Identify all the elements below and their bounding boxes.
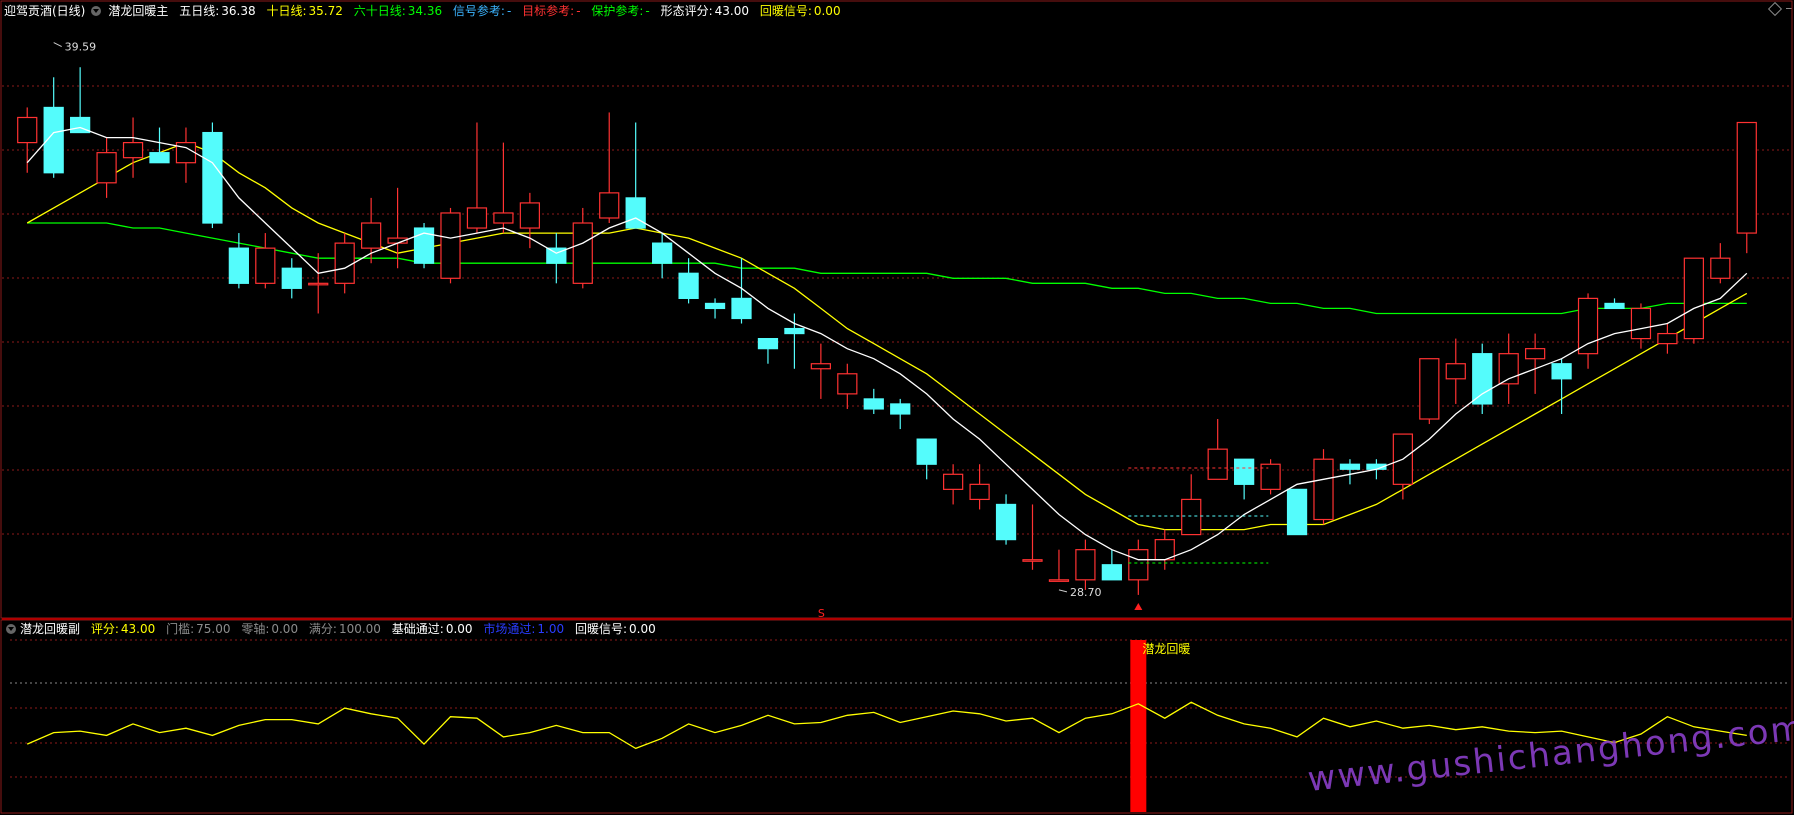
- candle-body: [440, 212, 461, 279]
- candle-body: [493, 212, 514, 224]
- candle-body: [1048, 579, 1070, 582]
- candle-body: [678, 272, 699, 299]
- candle-body: [1181, 498, 1202, 536]
- candle-body: [1313, 458, 1334, 521]
- candle-body: [202, 131, 223, 224]
- candle-body: [995, 503, 1017, 541]
- candle-body: [1683, 257, 1704, 340]
- candle-body: [1339, 463, 1361, 470]
- signal-bar-label: 潜龙回暖: [1142, 642, 1190, 656]
- candle-body: [1577, 297, 1599, 355]
- candle-body: [890, 403, 911, 415]
- candle-body: [149, 152, 170, 164]
- candle-body: [1551, 363, 1572, 380]
- candle-body: [334, 242, 355, 284]
- candle-body: [1234, 458, 1255, 485]
- candle-body: [810, 363, 831, 370]
- candle-body: [308, 282, 329, 286]
- low-price-label: 28.70: [1070, 586, 1102, 599]
- candle-body: [784, 327, 805, 335]
- candle-body: [757, 338, 779, 350]
- candle-body: [572, 222, 593, 284]
- s-marker: S: [818, 607, 825, 620]
- candle-body: [625, 197, 646, 229]
- candle-body: [916, 438, 937, 465]
- ma5-line: [26, 126, 1748, 561]
- candle-body: [652, 242, 673, 264]
- ma10-line: [26, 141, 1748, 531]
- candle-body: [228, 247, 249, 284]
- candle-body: [1419, 358, 1440, 420]
- candle-body: [1657, 332, 1678, 345]
- candle-body: [704, 302, 726, 310]
- signal-bar: [1130, 640, 1147, 812]
- sub-panel-frame: [0, 619, 1793, 814]
- candle-body: [863, 398, 884, 410]
- candle-body: [837, 373, 858, 395]
- candle-body: [17, 116, 38, 144]
- candle-body: [1710, 257, 1731, 279]
- candle-body: [96, 152, 117, 184]
- high-marker-pointer: [53, 42, 62, 48]
- candle-body: [519, 202, 540, 229]
- candle-body: [1604, 302, 1625, 310]
- buy-arrow-icon: [1134, 603, 1143, 610]
- chart-canvas: 39.59 28.70 S 潜龙回暖: [0, 0, 1793, 814]
- candle-body: [1260, 463, 1281, 490]
- high-price-label: 39.59: [65, 41, 97, 54]
- candle-body: [1286, 488, 1308, 536]
- candle-body: [255, 247, 276, 284]
- candle-body: [1101, 564, 1122, 581]
- candle-body: [1207, 448, 1228, 480]
- candle-body: [1525, 348, 1546, 360]
- candle-body: [1075, 549, 1096, 581]
- candle-body: [122, 142, 144, 159]
- candle-body: [1128, 549, 1149, 581]
- candle-body: [943, 473, 964, 490]
- candle-body: [175, 142, 197, 164]
- candle-body: [1630, 307, 1652, 340]
- main-panel-frame: [0, 0, 1793, 619]
- low-marker-pointer: [1058, 589, 1068, 593]
- candle-body: [361, 222, 382, 249]
- candle-body: [1445, 363, 1466, 380]
- candle-body: [731, 297, 752, 320]
- candle-body: [599, 192, 620, 219]
- candle-body: [466, 207, 488, 229]
- candle-body: [281, 267, 302, 289]
- candle-body: [1736, 121, 1757, 234]
- candle-body: [969, 483, 990, 501]
- candle-body: [1022, 559, 1043, 562]
- candle-body: [1472, 353, 1493, 405]
